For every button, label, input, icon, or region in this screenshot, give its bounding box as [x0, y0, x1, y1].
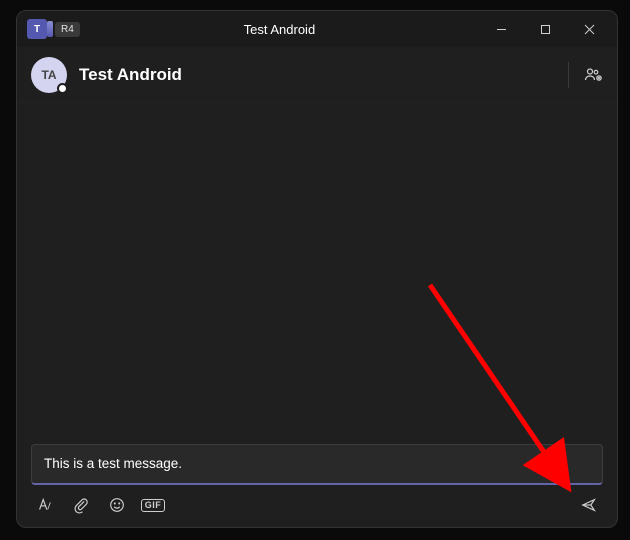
attach-button[interactable]: [71, 495, 91, 515]
format-button[interactable]: [35, 495, 55, 515]
close-button[interactable]: [567, 13, 611, 45]
compose-area: GIF: [17, 444, 617, 527]
avatar-initials: TA: [41, 68, 56, 82]
window-title: Test Android: [88, 22, 471, 37]
teams-app-icon: T: [27, 19, 47, 39]
gif-button[interactable]: GIF: [143, 495, 163, 515]
message-list: [17, 103, 617, 444]
compose-box[interactable]: [31, 444, 603, 485]
minimize-button[interactable]: [479, 13, 523, 45]
app-icon-letter: T: [34, 24, 40, 35]
chat-title: Test Android: [79, 65, 182, 85]
emoji-button[interactable]: [107, 495, 127, 515]
add-people-button[interactable]: [583, 65, 603, 85]
send-button[interactable]: [579, 495, 599, 515]
window-controls: [479, 13, 611, 45]
maximize-button[interactable]: [523, 13, 567, 45]
presence-indicator: [57, 83, 68, 94]
badge: R4: [55, 22, 80, 37]
avatar[interactable]: TA: [31, 57, 67, 93]
header-actions: [568, 62, 603, 88]
header-divider: [568, 62, 569, 88]
chat-header: TA Test Android: [17, 47, 617, 103]
gif-icon: GIF: [141, 499, 166, 512]
chat-window: T R4 Test Android TA Test Android: [16, 10, 618, 528]
message-input[interactable]: [44, 456, 590, 471]
compose-toolbar: GIF: [31, 485, 603, 515]
badge-text: R4: [61, 24, 74, 35]
titlebar: T R4 Test Android: [17, 11, 617, 47]
